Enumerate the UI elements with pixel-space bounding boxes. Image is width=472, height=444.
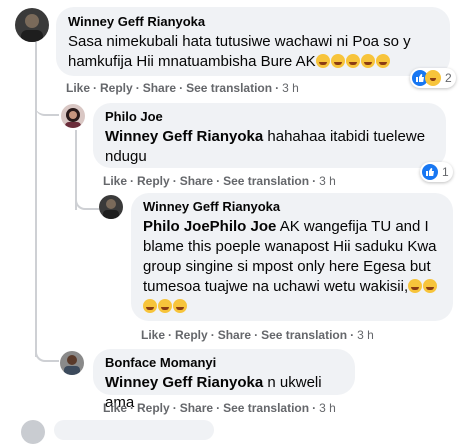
see-translation-link[interactable]: See translation [223, 401, 309, 415]
reply-button[interactable]: Reply [137, 401, 170, 415]
comment-text-line: ndugu [105, 148, 147, 165]
laugh-emoji-icon [143, 299, 157, 313]
comment-bubble: Bonface Momanyi Winney Geff Rianyoka n u… [93, 349, 355, 411]
haha-reaction-icon [425, 70, 441, 86]
avatar-photo [64, 355, 80, 375]
thread-line-main [35, 42, 37, 357]
comment-text-line: Sasa nimekubali hata tutusiwe wachawi ni… [68, 33, 411, 50]
reaction-summary[interactable]: 2 [410, 68, 456, 88]
share-button[interactable]: Share [180, 174, 213, 188]
reaction-count: 1 [442, 165, 449, 179]
see-translation-link[interactable]: See translation [186, 81, 272, 95]
laugh-emoji-icon [330, 54, 345, 68]
comment-text: Philo JoePhilo Joe AK wangefija TU and I… [143, 217, 441, 317]
comment-bubble: Philo Joe Winney Geff Rianyoka hahahaa i… [93, 103, 446, 168]
thread-curve-reply-1 [35, 100, 59, 116]
mention-link[interactable]: Philo JoePhilo Joe [143, 218, 276, 235]
like-button[interactable]: Like [141, 328, 165, 342]
comment-actions: Like · Reply · Share · See translation · 3 h [141, 328, 374, 342]
comment-actions: Like · Reply · Share · See translation · 3 h [103, 174, 336, 188]
laugh-emoji-icon [173, 299, 187, 313]
comment-text-line: group singine si mpost only here Egesa b… [143, 258, 431, 275]
timestamp[interactable]: 3 h [357, 328, 374, 342]
like-reaction-icon [422, 164, 438, 180]
avatar[interactable] [21, 420, 45, 444]
avatar-photo [65, 108, 81, 128]
comment-actions: Like · Reply · Share · See translation · 3 h [103, 401, 336, 415]
laugh-emoji-icon [375, 54, 390, 68]
like-button[interactable]: Like [103, 174, 127, 188]
see-translation-link[interactable]: See translation [261, 328, 347, 342]
comment-text: Winney Geff Rianyoka hahahaa itabidi tue… [105, 127, 434, 167]
laugh-emoji-icon [315, 54, 330, 68]
laugh-emoji-icon [345, 54, 360, 68]
mention-link[interactable]: Winney Geff Rianyoka [105, 374, 263, 391]
share-button[interactable]: Share [180, 401, 213, 415]
comment-author[interactable]: Winney Geff Rianyoka [68, 14, 438, 30]
comment-emoji-line [143, 297, 441, 317]
avatar-photo [21, 14, 43, 42]
reply-button[interactable]: Reply [137, 174, 170, 188]
avatar[interactable] [15, 8, 49, 42]
avatar-photo [103, 199, 119, 219]
comment-author[interactable]: Winney Geff Rianyoka [143, 199, 441, 215]
reply-button[interactable]: Reply [100, 81, 133, 95]
thread-curve-reply-2 [75, 190, 99, 210]
share-button[interactable]: Share [218, 328, 251, 342]
reaction-count: 2 [445, 71, 452, 85]
thread-curve-reply-3 [35, 340, 59, 362]
laugh-emoji-icon [158, 299, 172, 313]
see-translation-link[interactable]: See translation [223, 174, 309, 188]
like-button[interactable]: Like [66, 81, 90, 95]
comment-actions: Like · Reply · Share · See translation · 3 h [66, 81, 299, 95]
share-button[interactable]: Share [143, 81, 176, 95]
laugh-emoji-icon [423, 279, 438, 293]
comment-text: Sasa nimekubali hata tutusiwe wachawi ni… [68, 32, 438, 72]
avatar[interactable] [99, 195, 123, 219]
comment-bubble: Winney Geff Rianyoka Philo JoePhilo Joe … [131, 193, 453, 321]
comment-text-line: tumesoa tuajwe na uchawi wetu wakisii, [143, 277, 441, 297]
reply-button[interactable]: Reply [175, 328, 208, 342]
avatar[interactable] [61, 104, 85, 128]
timestamp[interactable]: 3 h [282, 81, 299, 95]
like-button[interactable]: Like [103, 401, 127, 415]
mention-link[interactable]: Winney Geff Rianyoka [105, 128, 263, 145]
comment-bubble: Winney Geff Rianyoka Sasa nimekubali hat… [56, 7, 450, 76]
avatar[interactable] [60, 351, 84, 375]
comment-text-line: blame this poeple wanapost Hii saduku Kw… [143, 238, 437, 255]
timestamp[interactable]: 3 h [319, 401, 336, 415]
comment-bubble [54, 420, 214, 440]
laugh-emoji-icon [408, 279, 423, 293]
comment-author[interactable]: Philo Joe [105, 109, 434, 125]
comment-text-line: hamkufija Hii mnatuambisha Bure AK [68, 52, 438, 72]
comment-author[interactable]: Bonface Momanyi [105, 355, 343, 371]
laugh-emoji-icon [360, 54, 375, 68]
reaction-summary[interactable]: 1 [420, 162, 453, 182]
timestamp[interactable]: 3 h [319, 174, 336, 188]
